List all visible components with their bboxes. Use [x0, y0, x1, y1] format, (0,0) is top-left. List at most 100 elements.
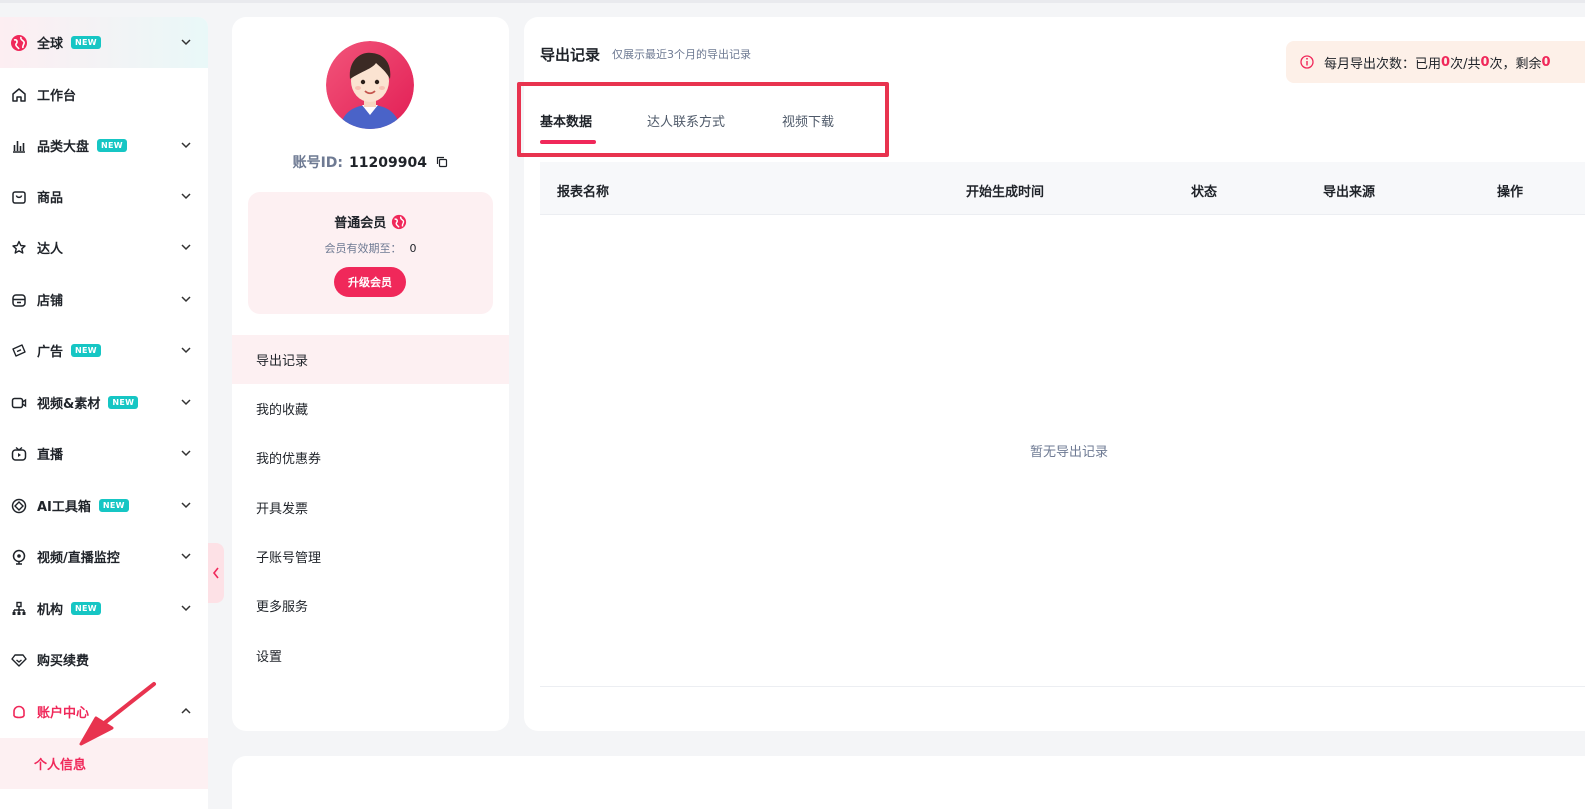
chevron-down-icon [181, 142, 191, 149]
column-header-source: 导出来源 [1323, 185, 1376, 200]
sidebar-item-live[interactable]: 直播 [0, 428, 208, 479]
member-level: 普通会员 [334, 216, 387, 231]
column-header-report-name: 报表名称 [557, 185, 610, 200]
account-icon [10, 703, 28, 721]
sidebar-item-global[interactable]: 全球 NEW [0, 17, 208, 68]
account-id-label: 账号ID: [292, 155, 344, 171]
sidebar-nav: 全球 NEW 工作台 品类大盘 NEW 商品 达人 店铺 广告 NEW 视频&素… [0, 17, 208, 809]
sidebar-item-label: 全球 [37, 37, 64, 52]
sidebar-item-stores[interactable]: 店铺 [0, 274, 208, 325]
account-id-row: 账号ID: 11209904 [232, 152, 509, 172]
member-expiry-value: 0 [409, 242, 417, 255]
sidebar-item-label: AI工具箱 [37, 500, 91, 515]
sidebar-item-label: 直播 [37, 448, 64, 463]
tab-influencer-contacts[interactable]: 达人联系方式 [647, 111, 725, 130]
store-icon [10, 291, 28, 309]
organization-icon [10, 600, 28, 618]
sidebar-item-ai-toolbox[interactable]: AI工具箱 NEW [0, 480, 208, 531]
menu-item-export-records[interactable]: 导出记录 [232, 335, 509, 384]
sidebar-item-account-center[interactable]: 账户中心 [0, 686, 208, 737]
menu-item-sub-accounts[interactable]: 子账号管理 [232, 532, 509, 581]
sidebar-collapse-button[interactable] [208, 543, 224, 603]
diamond-icon [10, 651, 28, 669]
chevron-down-icon [181, 605, 191, 612]
footer-panel [232, 756, 1585, 809]
bar-chart-icon [10, 137, 28, 155]
profile-panel: 账号ID: 11209904 普通会员 会员有效期至： 0 升级会员 导出记录 我的… [232, 17, 509, 731]
chevron-down-icon [181, 502, 191, 509]
page-subtitle: 仅展示最近3个月的导出记录 [612, 48, 751, 61]
column-header-start-time: 开始生成时间 [966, 185, 1045, 200]
globe-icon [10, 34, 28, 52]
monitor-icon [10, 548, 28, 566]
menu-item-favorites[interactable]: 我的收藏 [232, 384, 509, 433]
avatar [326, 41, 414, 129]
menu-item-more-services[interactable]: 更多服务 [232, 581, 509, 630]
sidebar-item-influencers[interactable]: 达人 [0, 222, 208, 273]
table-bottom-divider [540, 686, 1585, 687]
sidebar-item-label: 视频/直播监控 [37, 551, 120, 566]
ad-icon [10, 342, 28, 360]
column-header-status: 状态 [1191, 185, 1218, 200]
ai-toolbox-icon [10, 497, 28, 515]
chevron-down-icon [181, 553, 191, 560]
menu-item-coupons[interactable]: 我的优惠券 [232, 433, 509, 482]
chevron-down-icon [181, 244, 191, 251]
quota-prefix: 每月导出次数：已用 [1324, 56, 1442, 72]
sidebar-item-organization[interactable]: 机构 NEW [0, 583, 208, 634]
shopping-bag-icon [10, 188, 28, 206]
member-expiry-label: 会员有效期至： [324, 242, 402, 255]
new-badge: NEW [71, 602, 101, 615]
chevron-down-icon [181, 296, 191, 303]
column-header-actions: 操作 [1497, 185, 1524, 200]
quota-suffix: 次，剩余 [1489, 56, 1542, 72]
sidebar-item-purchase[interactable]: 购买续费 [0, 634, 208, 685]
membership-card: 普通会员 会员有效期至： 0 升级会员 [248, 192, 493, 314]
menu-item-invoice[interactable]: 开具发票 [232, 483, 509, 532]
quota-left: 0 [1541, 54, 1551, 70]
sidebar-item-label: 品类大盘 [37, 140, 90, 155]
info-icon [1300, 55, 1314, 69]
page-title: 导出记录 [540, 46, 601, 64]
copy-icon[interactable] [436, 156, 448, 168]
new-badge: NEW [71, 36, 101, 49]
video-icon [10, 394, 28, 412]
chevron-down-icon [181, 450, 191, 457]
sidebar-subitem-personal-info[interactable]: 个人信息 [0, 738, 208, 789]
sidebar-item-ads[interactable]: 广告 NEW [0, 325, 208, 376]
chevron-down-icon [181, 399, 191, 406]
member-level-row: 普通会员 [248, 212, 493, 231]
tab-basic-data[interactable]: 基本数据 [540, 111, 592, 130]
export-records-panel: 导出记录 仅展示最近3个月的导出记录 每月导出次数：已用 0 次/共 0 次，剩余 0 基… [517, 17, 1585, 731]
sidebar-item-products[interactable]: 商品 [0, 171, 208, 222]
star-person-icon [10, 239, 28, 257]
chevron-down-icon [181, 347, 191, 354]
sidebar-item-video-material[interactable]: 视频&素材 NEW [0, 377, 208, 428]
quota-total: 0 [1480, 54, 1490, 70]
sidebar-item-category[interactable]: 品类大盘 NEW [0, 120, 208, 171]
globe-icon [391, 214, 406, 230]
sidebar-item-monitor[interactable]: 视频/直播监控 [0, 531, 208, 582]
menu-item-settings[interactable]: 设置 [232, 631, 509, 680]
quota-mid: 次/共 [1450, 56, 1481, 72]
upgrade-membership-button[interactable]: 升级会员 [334, 267, 406, 297]
member-expiry: 会员有效期至： 0 [248, 240, 493, 256]
sidebar-item-label: 达人 [37, 242, 64, 257]
new-badge: NEW [108, 396, 139, 409]
sidebar-item-label: 广告 [37, 345, 64, 360]
tab-video-download[interactable]: 视频下载 [782, 111, 834, 130]
account-id-value: 11209904 [349, 155, 427, 171]
empty-state-text: 暂无导出记录 [1029, 445, 1108, 460]
export-quota-notice: 每月导出次数：已用 0 次/共 0 次，剩余 0 [1286, 41, 1585, 83]
quota-used: 0 [1441, 54, 1451, 70]
sidebar-item-workbench[interactable]: 工作台 [0, 69, 208, 120]
home-icon [10, 86, 28, 104]
chevron-left-icon [212, 567, 219, 579]
top-divider [0, 0, 1585, 3]
live-icon [10, 445, 28, 463]
table-header: 报表名称 开始生成时间 状态 导出来源 操作 [540, 162, 1585, 215]
new-badge: NEW [97, 139, 127, 152]
new-badge: NEW [71, 344, 101, 357]
sidebar-item-label: 视频&素材 [37, 397, 101, 412]
chevron-up-icon [181, 707, 191, 714]
